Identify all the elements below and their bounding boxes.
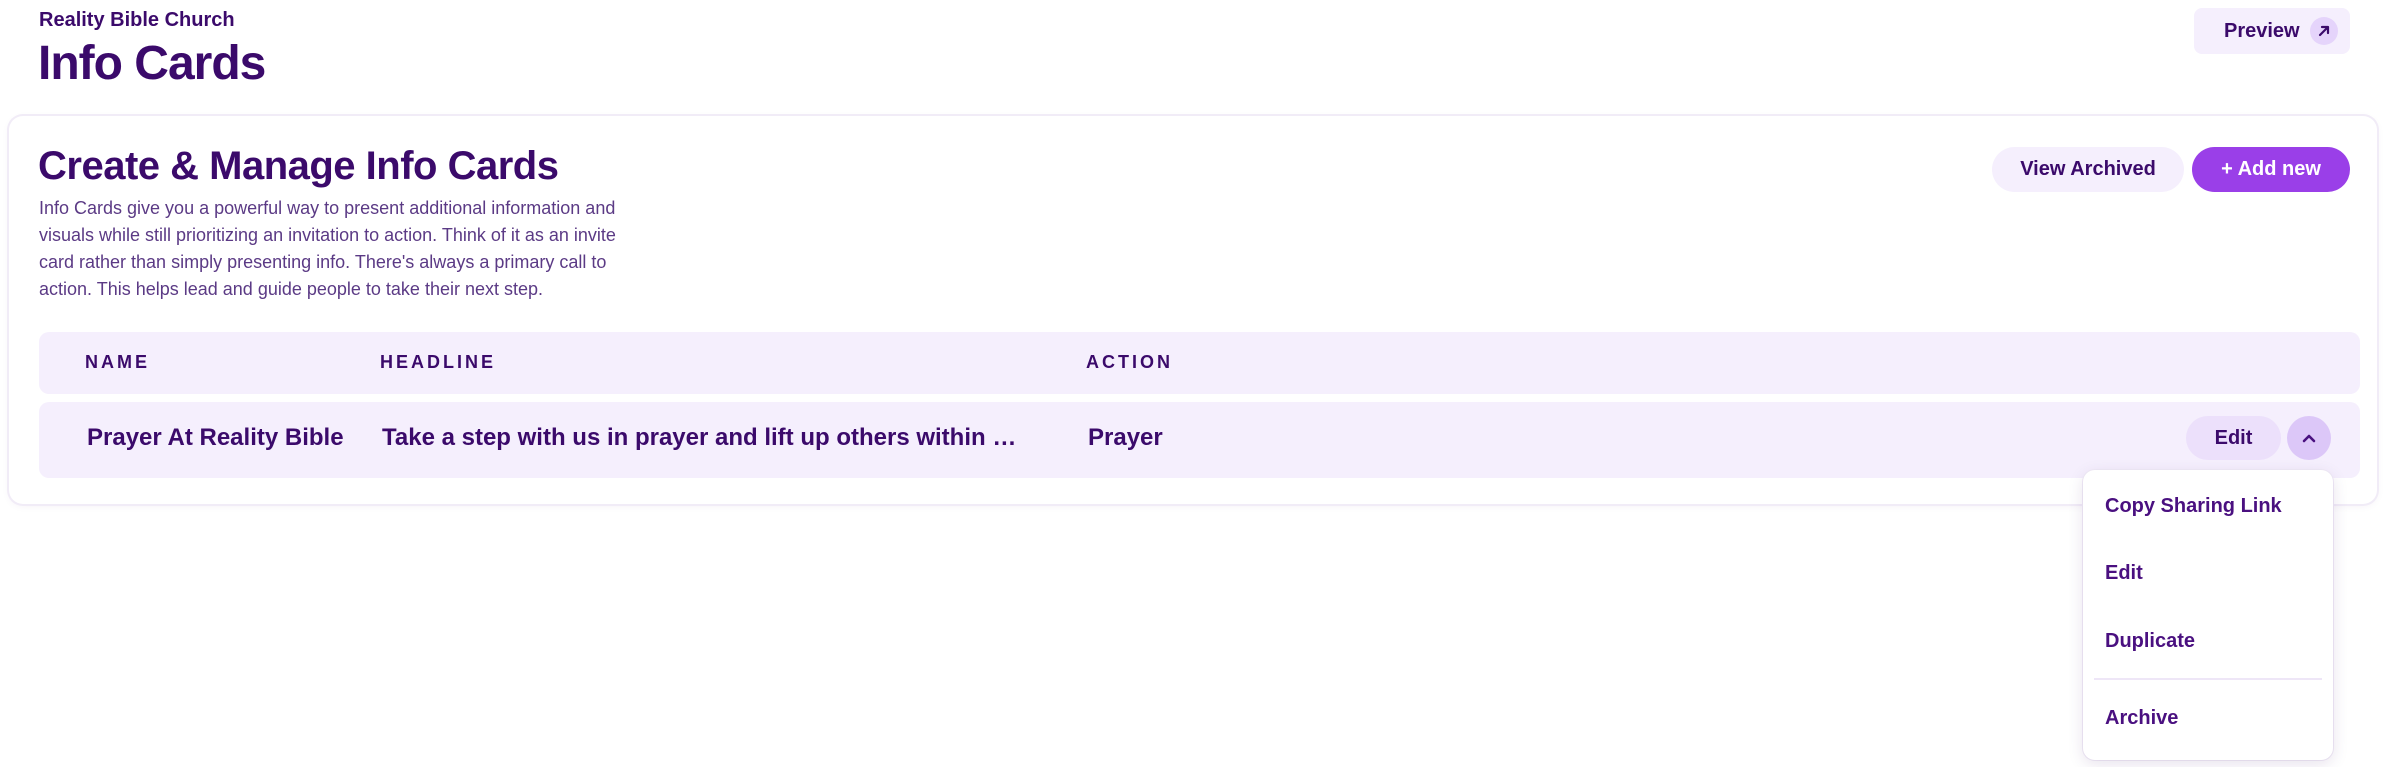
section-description: Info Cards give you a powerful way to pr… <box>39 198 616 299</box>
organization-name: Reality Bible Church <box>39 9 235 31</box>
row-action: Prayer <box>1088 424 1163 451</box>
info-cards-page: Reality Bible Church Info Cards Preview … <box>0 0 2386 767</box>
menu-item-archive[interactable]: Archive <box>2105 707 2178 730</box>
arrow-up-right-icon <box>2310 17 2338 45</box>
preview-button-label: Preview <box>2224 19 2300 42</box>
add-new-button[interactable]: + Add new <box>2192 147 2350 192</box>
row-menu-toggle[interactable] <box>2287 416 2331 460</box>
menu-item-duplicate[interactable]: Duplicate <box>2105 630 2195 653</box>
view-archived-button[interactable]: View Archived <box>1992 147 2184 192</box>
table-row[interactable]: Prayer At Reality Bible Take a step with… <box>39 402 2360 478</box>
info-cards-panel: Create & Manage Info Cards Info Cards gi… <box>9 116 2377 504</box>
menu-item-edit[interactable]: Edit <box>2105 562 2143 585</box>
column-header-action: ACTION <box>1086 352 1173 372</box>
page-title: Info Cards <box>38 37 266 90</box>
column-header-headline: HEADLINE <box>380 352 497 372</box>
row-name: Prayer At Reality Bible <box>87 424 344 451</box>
table-header: NAME HEADLINE ACTION <box>39 332 2360 394</box>
menu-divider <box>2094 678 2322 680</box>
preview-button[interactable]: Preview <box>2194 8 2350 54</box>
section-title: Create & Manage Info Cards <box>38 144 559 188</box>
row-headline: Take a step with us in prayer and lift u… <box>382 424 1022 451</box>
menu-item-copy-sharing-link[interactable]: Copy Sharing Link <box>2105 495 2282 518</box>
column-header-name: NAME <box>85 352 150 372</box>
chevron-up-icon <box>2302 431 2316 446</box>
row-edit-button[interactable]: Edit <box>2186 416 2281 460</box>
row-actions-menu: Copy Sharing Link Edit Duplicate Archive <box>2083 470 2333 760</box>
